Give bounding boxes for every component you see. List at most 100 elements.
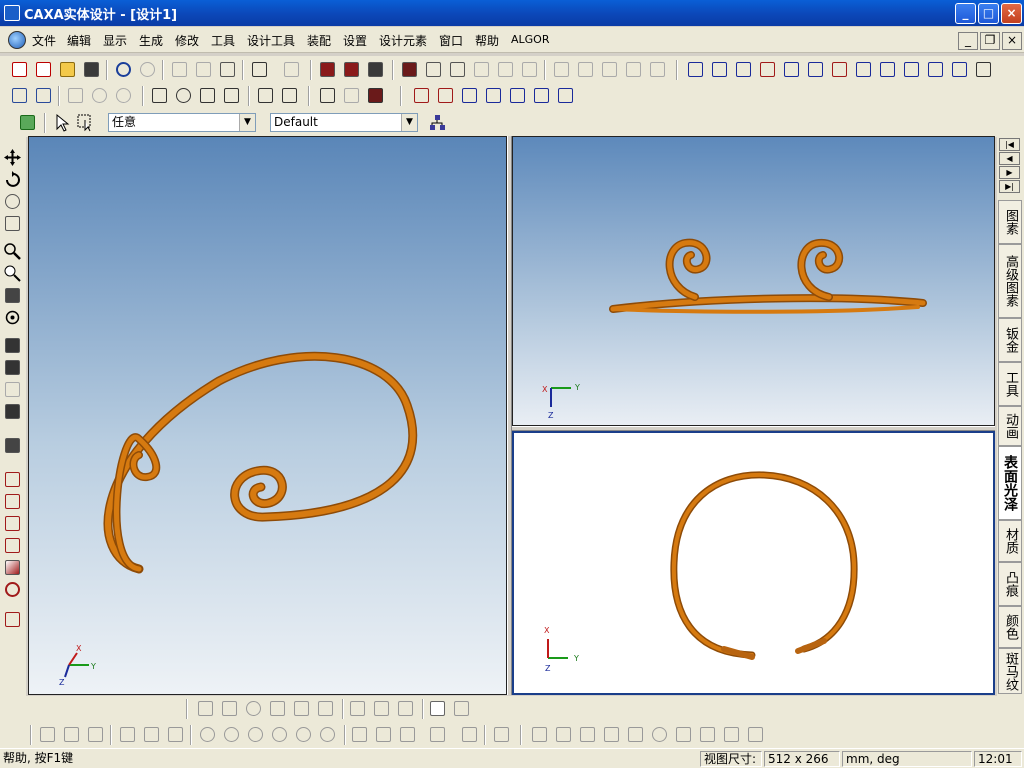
layout-icon[interactable] bbox=[196, 699, 215, 718]
box-select-icon[interactable] bbox=[3, 492, 22, 511]
revolve-icon[interactable] bbox=[342, 60, 361, 79]
front-viewport[interactable]: X Y Z bbox=[512, 136, 995, 426]
minimize-button[interactable]: _ bbox=[955, 3, 976, 24]
print-icon[interactable] bbox=[218, 60, 237, 79]
mirror-icon[interactable] bbox=[268, 699, 287, 718]
view-right-icon[interactable] bbox=[758, 60, 777, 79]
main-3d-viewport[interactable]: X Y Z bbox=[28, 136, 507, 695]
menu-tools[interactable]: 工具 bbox=[211, 32, 235, 49]
circle-3pt-icon[interactable] bbox=[246, 725, 265, 744]
split-icon[interactable] bbox=[396, 699, 415, 718]
zoom-fit-icon[interactable] bbox=[3, 286, 22, 305]
sphere-icon[interactable] bbox=[114, 86, 133, 105]
pattern-icon[interactable] bbox=[520, 60, 539, 79]
eyedropper-icon[interactable] bbox=[10, 86, 29, 105]
menu-settings[interactable]: 设置 bbox=[343, 32, 367, 49]
layer-icon[interactable] bbox=[576, 60, 595, 79]
dimension-line-icon[interactable] bbox=[530, 725, 549, 744]
view-iso-icon[interactable] bbox=[830, 60, 849, 79]
curve-icon[interactable] bbox=[198, 86, 217, 105]
eraser-icon[interactable] bbox=[3, 436, 22, 455]
camera-icon[interactable] bbox=[3, 358, 22, 377]
move-icon[interactable] bbox=[3, 148, 22, 167]
tab-zebra[interactable]: 斑马纹 bbox=[998, 648, 1022, 694]
extend-icon[interactable] bbox=[372, 699, 391, 718]
axis-icon[interactable] bbox=[460, 86, 479, 105]
move-up-icon[interactable] bbox=[150, 86, 169, 105]
menu-display[interactable]: 显示 bbox=[103, 32, 127, 49]
copy-icon[interactable] bbox=[170, 60, 189, 79]
chevron-down-icon[interactable]: ▼ bbox=[401, 114, 417, 131]
frame-icon[interactable] bbox=[220, 699, 239, 718]
menu-window[interactable]: 窗口 bbox=[439, 32, 463, 49]
view-left-icon[interactable] bbox=[734, 60, 753, 79]
rotate-icon[interactable] bbox=[174, 86, 193, 105]
arrow-up-icon[interactable] bbox=[412, 86, 431, 105]
circle-tangent-icon[interactable] bbox=[294, 725, 313, 744]
slope-icon[interactable] bbox=[746, 725, 765, 744]
menu-file[interactable]: 文件 bbox=[32, 32, 56, 49]
point-icon[interactable] bbox=[118, 725, 137, 744]
arc-3pt-icon[interactable] bbox=[374, 725, 393, 744]
line-icon[interactable] bbox=[38, 725, 57, 744]
camera-set-icon[interactable] bbox=[3, 402, 22, 421]
text-icon[interactable] bbox=[256, 86, 275, 105]
redo-icon[interactable] bbox=[138, 60, 157, 79]
offset-curve-icon[interactable] bbox=[492, 725, 511, 744]
tab-surface-finish[interactable]: 表面光泽 bbox=[998, 446, 1022, 520]
view-zoom-icon[interactable] bbox=[950, 60, 969, 79]
help-query-icon[interactable] bbox=[282, 60, 301, 79]
tab-animation[interactable]: 动画 bbox=[998, 406, 1022, 446]
vertical-icon[interactable] bbox=[626, 725, 645, 744]
find-icon[interactable] bbox=[250, 60, 269, 79]
constraint-alt-icon[interactable] bbox=[452, 699, 471, 718]
paste-icon[interactable] bbox=[194, 60, 213, 79]
view-pan-icon[interactable] bbox=[902, 60, 921, 79]
arc-tangent-icon[interactable] bbox=[398, 725, 417, 744]
function-icon[interactable] bbox=[508, 86, 527, 105]
boolean-icon[interactable] bbox=[552, 60, 571, 79]
menu-design-tools[interactable]: 设计工具 bbox=[247, 32, 295, 49]
view-front-icon[interactable] bbox=[686, 60, 705, 79]
material-icon[interactable] bbox=[648, 60, 667, 79]
loop-icon[interactable] bbox=[244, 699, 263, 718]
stamp-icon[interactable] bbox=[316, 699, 335, 718]
gear-icon[interactable] bbox=[90, 86, 109, 105]
menu-algor[interactable]: ALGOR bbox=[511, 33, 549, 46]
view-orbit-icon[interactable] bbox=[878, 60, 897, 79]
ellipse-icon[interactable] bbox=[270, 725, 289, 744]
tangent-constraint-icon[interactable] bbox=[674, 725, 693, 744]
render-icon[interactable] bbox=[624, 60, 643, 79]
prev-tab-button[interactable]: ◀ bbox=[999, 152, 1020, 165]
trim-icon[interactable] bbox=[556, 86, 575, 105]
menu-edit[interactable]: 编辑 bbox=[67, 32, 91, 49]
shade-icon[interactable] bbox=[3, 558, 22, 577]
mdi-minimize-button[interactable]: _ bbox=[958, 32, 978, 50]
no-entry-icon[interactable] bbox=[3, 580, 22, 599]
filter-select[interactable]: 任意 ▼ bbox=[108, 113, 256, 132]
view-fit-icon[interactable] bbox=[974, 60, 993, 79]
view-top-icon[interactable] bbox=[782, 60, 801, 79]
camera-icon[interactable] bbox=[366, 86, 385, 105]
zoom-window-icon[interactable] bbox=[3, 264, 22, 283]
light-icon[interactable] bbox=[342, 86, 361, 105]
project-icon[interactable] bbox=[292, 699, 311, 718]
dimension-icon[interactable] bbox=[3, 610, 22, 629]
circle-2pt-icon[interactable] bbox=[222, 725, 241, 744]
tab-tools[interactable]: 工具 bbox=[998, 362, 1022, 406]
pan-icon[interactable] bbox=[3, 192, 22, 211]
tangent-icon[interactable] bbox=[86, 725, 105, 744]
section-icon[interactable] bbox=[424, 60, 443, 79]
smart-snap-icon[interactable] bbox=[66, 86, 85, 105]
camera-move-icon[interactable] bbox=[3, 336, 22, 355]
look-at-icon[interactable] bbox=[3, 308, 22, 327]
last-tab-button[interactable]: ▶| bbox=[999, 180, 1020, 193]
equal-icon[interactable] bbox=[698, 725, 717, 744]
maximize-button[interactable]: □ bbox=[978, 3, 999, 24]
save-icon[interactable] bbox=[82, 60, 101, 79]
delete-icon[interactable] bbox=[348, 699, 367, 718]
menu-design-elements[interactable]: 设计元素 bbox=[379, 32, 427, 49]
view-bottom-icon[interactable] bbox=[806, 60, 825, 79]
mdi-close-button[interactable]: × bbox=[1002, 32, 1022, 50]
arc-icon[interactable] bbox=[350, 725, 369, 744]
